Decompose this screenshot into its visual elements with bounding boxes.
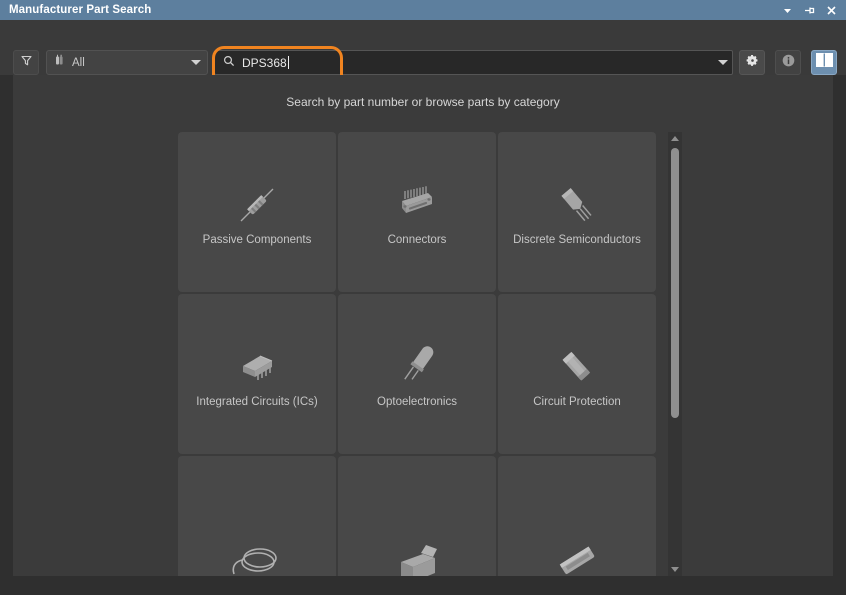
led-icon bbox=[338, 344, 496, 390]
category-card-label: Discrete Semiconductors bbox=[513, 234, 641, 246]
category-card-label: Integrated Circuits (ICs) bbox=[196, 396, 318, 408]
scrollbar-thumb[interactable] bbox=[671, 148, 679, 418]
category-card-circuit-protection[interactable]: Circuit Protection bbox=[498, 294, 656, 454]
module-board-icon bbox=[498, 538, 656, 576]
search-dropdown-chevron-icon[interactable] bbox=[718, 60, 728, 65]
category-card-module[interactable] bbox=[498, 456, 656, 576]
search-field-wrapper: DPS368 bbox=[214, 50, 733, 75]
component-icon bbox=[53, 54, 66, 72]
fuse-icon bbox=[498, 344, 656, 390]
category-card-discrete-semiconductors[interactable]: Discrete Semiconductors bbox=[498, 132, 656, 292]
content-panel: Search by part number or browse parts by… bbox=[13, 75, 833, 576]
titlebar-close-icon[interactable] bbox=[826, 5, 837, 16]
category-card-passive-components[interactable]: Passive Components bbox=[178, 132, 336, 292]
category-card-label: Passive Components bbox=[202, 234, 312, 246]
resistor-icon bbox=[178, 182, 336, 228]
transformer-icon bbox=[338, 538, 496, 576]
category-card-transformer[interactable] bbox=[338, 456, 496, 576]
transistor-to92-icon bbox=[498, 182, 656, 228]
window-title: Manufacturer Part Search bbox=[9, 4, 152, 16]
triangle-down-icon bbox=[671, 567, 679, 572]
panel-toggle-button[interactable] bbox=[811, 50, 837, 75]
titlebar-menu-icon[interactable] bbox=[782, 5, 793, 16]
settings-button[interactable] bbox=[739, 50, 765, 75]
info-icon bbox=[781, 53, 796, 73]
search-input-value: DPS368 bbox=[242, 55, 287, 70]
chevron-down-icon bbox=[191, 60, 201, 65]
category-filter-dropdown[interactable]: All bbox=[46, 50, 208, 75]
split-panel-icon bbox=[815, 53, 833, 72]
filter-funnel-icon bbox=[20, 54, 33, 72]
category-card-integrated-circuits[interactable]: Integrated Circuits (ICs) bbox=[178, 294, 336, 454]
category-card-cable[interactable] bbox=[178, 456, 336, 576]
triangle-up-icon bbox=[671, 136, 679, 141]
category-card-connectors[interactable]: Connectors bbox=[338, 132, 496, 292]
filter-button[interactable] bbox=[13, 50, 39, 75]
category-card-label: Connectors bbox=[387, 234, 447, 246]
info-button[interactable] bbox=[775, 50, 801, 75]
titlebar-controls bbox=[782, 5, 837, 16]
search-icon bbox=[223, 54, 235, 72]
scroll-down-button[interactable] bbox=[668, 563, 682, 576]
scroll-up-button[interactable] bbox=[668, 132, 682, 145]
category-card-label: Circuit Protection bbox=[533, 396, 621, 408]
category-filter-value: All bbox=[72, 56, 85, 69]
cable-coil-icon bbox=[178, 538, 336, 576]
dip-chip-icon bbox=[178, 344, 336, 390]
search-input[interactable]: DPS368 bbox=[214, 50, 733, 75]
search-toolbar: All DPS368 DPS368XTSA1 Infineon bbox=[0, 20, 846, 97]
window-titlebar: Manufacturer Part Search bbox=[0, 0, 846, 20]
category-card-optoelectronics[interactable]: Optoelectronics bbox=[338, 294, 496, 454]
browse-hint-text: Search by part number or browse parts by… bbox=[286, 95, 560, 109]
category-scrollbar[interactable] bbox=[668, 132, 682, 576]
gear-icon bbox=[745, 53, 760, 73]
category-card-label: Optoelectronics bbox=[377, 396, 457, 408]
category-grid: Passive Components Connectors Discrete S… bbox=[178, 132, 658, 576]
titlebar-pin-icon[interactable] bbox=[804, 5, 815, 16]
dsub-connector-icon bbox=[338, 182, 496, 228]
text-cursor bbox=[287, 56, 289, 69]
